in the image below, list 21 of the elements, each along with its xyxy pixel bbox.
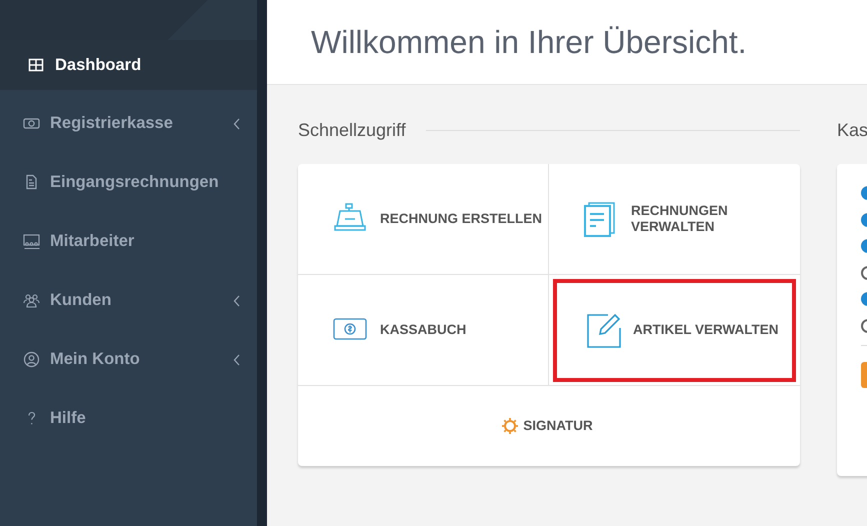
section-title: Schnellzugriff — [298, 120, 406, 140]
quick-access-tile[interactable]: ARTIKEL VERWALTEN — [549, 275, 800, 386]
page-title: Willkommen in Ihrer Übersicht. — [311, 24, 747, 60]
people-icon — [23, 292, 40, 309]
edit-icon — [585, 312, 621, 348]
sidebar-item[interactable]: Eingangsrechnungen — [0, 153, 257, 212]
people-board-icon — [23, 233, 40, 250]
quick-access-tile[interactable]: KASSABUCH — [298, 275, 549, 386]
quick-access-tile[interactable]: SIGNATUR — [298, 386, 800, 466]
sidebar-item[interactable]: Mitarbeiter — [0, 212, 257, 271]
user-circle-icon — [23, 351, 40, 368]
sidebar-item[interactable]: Mein Konto — [0, 330, 257, 389]
sidebar-item[interactable]: Hilfe — [0, 389, 257, 448]
sidebar-item[interactable]: Dashboard — [0, 40, 257, 90]
quick-access-tile[interactable]: RECHNUNG ERSTELLEN — [298, 164, 549, 275]
sun-icon — [501, 417, 520, 435]
sidebar-item[interactable]: Kunden — [0, 271, 257, 330]
quick-access-tile[interactable]: RECHNUNGEN VERWALTEN — [549, 164, 800, 275]
section-title: Kas — [837, 120, 867, 140]
sidebar-item[interactable]: Registrierkasse — [0, 94, 257, 153]
grid-icon — [28, 56, 45, 74]
